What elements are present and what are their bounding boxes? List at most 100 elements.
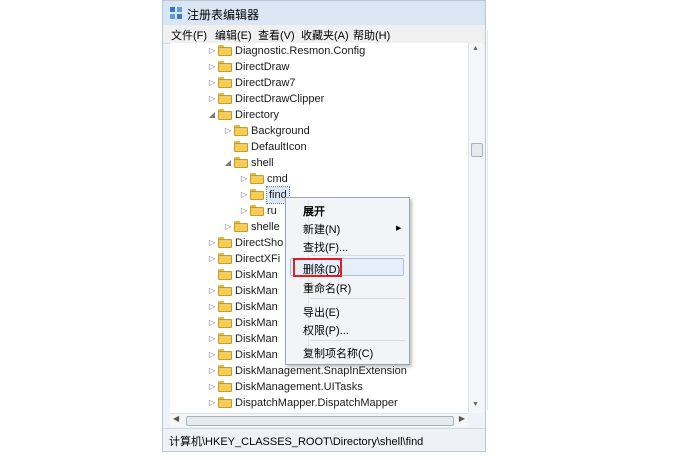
expand-arrow-icon[interactable]: ▷ [208, 43, 216, 59]
folder-icon [250, 173, 264, 184]
key-label[interactable]: shelle [251, 219, 280, 235]
expand-arrow-icon[interactable]: ▷ [208, 299, 216, 315]
ctx-new[interactable]: 新建(N) [303, 221, 340, 237]
tree-row[interactable]: ▷ cmd [170, 171, 468, 187]
key-label[interactable]: DirectDraw7 [235, 75, 296, 91]
expand-arrow-icon[interactable]: ▷ [240, 187, 248, 203]
key-label[interactable]: ru [267, 203, 277, 219]
tree-row[interactable]: ▷ DispatchMapper.DispatchMapper [170, 395, 468, 411]
expand-arrow-icon[interactable]: ▷ [240, 203, 248, 219]
expand-arrow-icon[interactable]: ▷ [208, 315, 216, 331]
status-bar: 计算机\HKEY_CLASSES_ROOT\Directory\shell\fi… [163, 428, 485, 451]
ctx-permissions[interactable]: 权限(P)... [303, 322, 349, 338]
folder-icon [218, 381, 232, 392]
tree-row[interactable]: ▷ DirectDraw [170, 59, 468, 75]
expand-arrow-icon[interactable]: ▷ [224, 123, 232, 139]
folder-icon [218, 397, 232, 408]
key-label[interactable]: DefaultIcon [251, 139, 307, 155]
expand-arrow-icon[interactable]: ▷ [208, 379, 216, 395]
expand-arrow-icon[interactable]: ▷ [208, 363, 216, 379]
horizontal-scroll-thumb[interactable] [186, 416, 454, 426]
menu-separator [311, 340, 405, 341]
ctx-expand[interactable]: 展开 [303, 203, 325, 219]
key-label[interactable]: shell [251, 155, 274, 171]
scroll-down-arrow-icon[interactable]: ▼ [472, 401, 479, 408]
key-label[interactable]: cmd [267, 171, 288, 187]
folder-icon [218, 253, 232, 264]
folder-icon [234, 141, 248, 152]
vertical-scroll-thumb[interactable] [471, 143, 483, 157]
tree-row[interactable]: ▷ Background [170, 123, 468, 139]
key-label[interactable]: DirectDraw [235, 59, 289, 75]
ctx-delete[interactable]: 删除(D) [303, 261, 340, 277]
key-label[interactable]: DiskMan [235, 299, 278, 315]
folder-icon [234, 125, 248, 136]
folder-icon [218, 237, 232, 248]
ctx-copy-key-name[interactable]: 复制项名称(C) [303, 345, 373, 361]
scroll-right-arrow-icon[interactable]: ▶ [459, 414, 465, 423]
submenu-arrow-icon: ▶ [396, 225, 402, 232]
key-label[interactable]: DiskMan [235, 331, 278, 347]
key-label[interactable]: DiskManagement.UITasks [235, 379, 363, 395]
menu-help[interactable]: 帮助(H) [353, 27, 390, 43]
scroll-left-arrow-icon[interactable]: ◀ [173, 414, 179, 423]
tree-row[interactable]: ◢ shell [170, 155, 468, 171]
expand-arrow-icon[interactable]: ▷ [208, 331, 216, 347]
tree-row[interactable]: ◢ Directory [170, 107, 468, 123]
vertical-scrollbar[interactable]: ▲ ▼ [468, 43, 484, 413]
no-expander [224, 139, 232, 155]
menu-bar: 文件(F) 编辑(E) 查看(V) 收藏夹(A) 帮助(H) [163, 25, 485, 44]
ctx-export[interactable]: 导出(E) [303, 304, 340, 320]
menu-separator [311, 255, 405, 256]
title-bar: 注册表编辑器 [163, 1, 485, 25]
horizontal-scrollbar[interactable]: ◀ ▶ [170, 413, 468, 427]
folder-icon [218, 109, 232, 120]
folder-icon [218, 365, 232, 376]
key-label[interactable]: DirectSho [235, 235, 283, 251]
tree-row[interactable]: ▷ DiskManagement.SnapInExtension [170, 363, 468, 379]
folder-icon [250, 205, 264, 216]
key-label[interactable]: DiskMan [235, 283, 278, 299]
tree-row[interactable]: ▷ DirectDraw7 [170, 75, 468, 91]
key-label[interactable]: Directory [235, 107, 279, 123]
expand-arrow-icon[interactable]: ▷ [208, 251, 216, 267]
expand-arrow-icon[interactable]: ▷ [240, 171, 248, 187]
tree-row[interactable]: ▷ DirectDrawClipper [170, 91, 468, 107]
collapse-arrow-icon[interactable]: ◢ [208, 107, 216, 123]
ctx-rename[interactable]: 重命名(R) [303, 280, 351, 296]
folder-icon [234, 157, 248, 168]
menu-view[interactable]: 查看(V) [258, 27, 295, 43]
scroll-up-arrow-icon[interactable]: ▲ [472, 45, 479, 52]
folder-icon [234, 221, 248, 232]
expand-arrow-icon[interactable]: ▷ [224, 219, 232, 235]
expand-arrow-icon[interactable]: ▷ [208, 91, 216, 107]
key-label[interactable]: Background [251, 123, 310, 139]
folder-icon [218, 77, 232, 88]
ctx-find[interactable]: 查找(F)... [303, 239, 348, 255]
key-label[interactable]: Diagnostic.Resmon.Config [235, 43, 365, 59]
collapse-arrow-icon[interactable]: ◢ [224, 155, 232, 171]
expand-arrow-icon[interactable]: ▷ [208, 75, 216, 91]
key-label[interactable]: DiskMan [235, 267, 278, 283]
expand-arrow-icon[interactable]: ▷ [208, 235, 216, 251]
key-label[interactable]: DiskMan [235, 347, 278, 363]
key-label[interactable]: DispatchMapper.DispatchMapper [235, 395, 398, 411]
key-label[interactable]: DiskManagement.SnapInExtension [235, 363, 407, 379]
expand-arrow-icon[interactable]: ▷ [208, 283, 216, 299]
key-label[interactable]: DirectDrawClipper [235, 91, 324, 107]
window-title: 注册表编辑器 [187, 8, 260, 22]
regedit-app-icon [170, 7, 182, 19]
expand-arrow-icon[interactable]: ▷ [208, 59, 216, 75]
menu-edit[interactable]: 编辑(E) [215, 27, 252, 43]
expand-arrow-icon[interactable]: ▷ [208, 395, 216, 411]
tree-row[interactable]: ▷ Diagnostic.Resmon.Config [170, 43, 468, 59]
tree-row[interactable]: DefaultIcon [170, 139, 468, 155]
key-label[interactable]: DiskMan [235, 315, 278, 331]
folder-icon [218, 45, 232, 56]
menu-file[interactable]: 文件(F) [171, 27, 207, 43]
expand-arrow-icon[interactable]: ▷ [208, 347, 216, 363]
key-label[interactable]: DirectXFi [235, 251, 280, 267]
tree-row[interactable]: ▷ DiskManagement.UITasks [170, 379, 468, 395]
menu-favorites[interactable]: 收藏夹(A) [301, 27, 349, 43]
folder-icon [218, 285, 232, 296]
